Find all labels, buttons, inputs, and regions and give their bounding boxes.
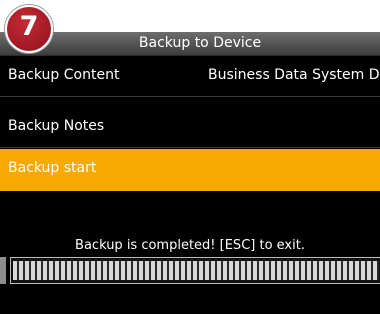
step-number-badge: 7 xyxy=(5,5,53,53)
status-message: Backup is completed! [ESC] to exit. xyxy=(75,238,305,253)
step-number: 7 xyxy=(19,11,39,42)
window-title: Backup to Device xyxy=(138,35,262,51)
menu-item-value: Business Data System Da xyxy=(208,67,380,83)
menu-item-label: Backup Notes xyxy=(8,118,105,134)
progress-bar-cap xyxy=(0,257,6,284)
progress-bar-fill xyxy=(13,261,379,280)
menu-item-backup-start[interactable]: Backup start xyxy=(0,149,380,191)
device-screen: Backup to Device Backup Content Business… xyxy=(0,32,380,314)
progress-bar xyxy=(10,257,380,284)
menu-item-backup-notes[interactable]: Backup Notes xyxy=(0,107,380,148)
menu-item-label: Backup Content xyxy=(8,67,120,83)
title-bar: Backup to Device xyxy=(0,32,380,56)
menu-item-backup-content[interactable]: Backup Content Business Data System Da xyxy=(0,56,380,97)
menu-item-label: Backup start xyxy=(8,160,97,176)
